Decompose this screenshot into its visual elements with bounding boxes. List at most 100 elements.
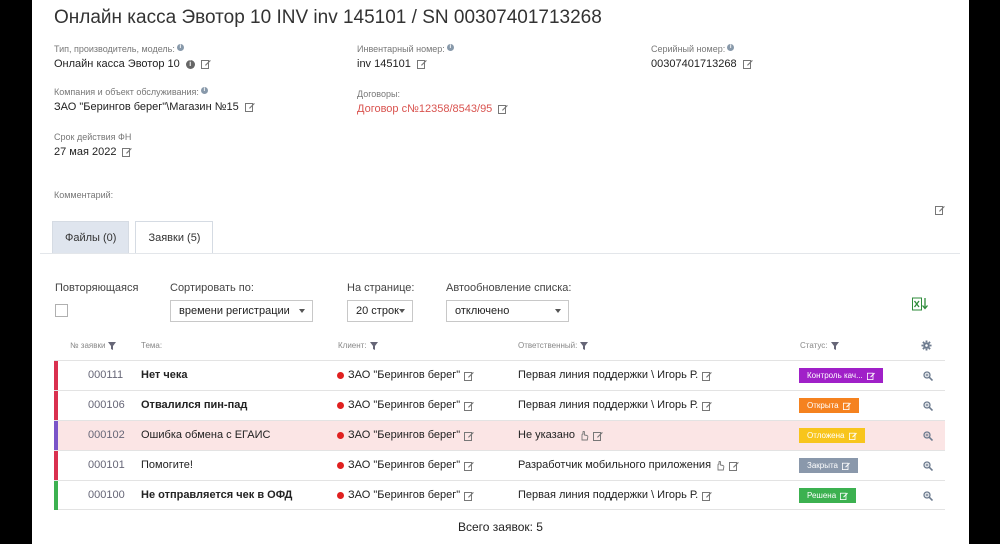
fn-label: Срок действия ФН — [54, 132, 132, 142]
edit-icon[interactable] — [416, 59, 427, 69]
zoom-in-icon[interactable] — [923, 370, 933, 381]
edit-icon[interactable] — [244, 102, 255, 112]
row-color-bar — [54, 361, 58, 390]
status-badge[interactable]: Открыта — [799, 398, 859, 413]
edit-icon[interactable] — [702, 491, 713, 501]
filter-icon[interactable] — [580, 341, 589, 350]
filter-icon[interactable] — [369, 341, 378, 350]
tab-requests[interactable]: Заявки (5) — [135, 221, 214, 254]
row-number[interactable]: 000100 — [88, 481, 125, 510]
excel-export-icon[interactable] — [912, 297, 930, 311]
row-theme[interactable]: Ошибка обмена с ЕГАИС — [141, 421, 270, 450]
filter-icon[interactable] — [108, 341, 117, 350]
edit-icon[interactable] — [464, 431, 474, 441]
row-number[interactable]: 000111 — [88, 361, 123, 390]
row-theme[interactable]: Отвалился пин-пад — [141, 391, 247, 420]
edit-icon[interactable] — [742, 59, 753, 69]
per-page-label: На странице: — [347, 282, 415, 294]
status-dot-icon — [337, 372, 344, 379]
contracts-field: Договоры: Договор с№12358/8543/95 — [357, 89, 509, 115]
status-dot-icon — [337, 462, 344, 469]
row-number[interactable]: 000106 — [88, 391, 125, 420]
row-color-bar — [54, 481, 58, 510]
edit-icon — [840, 492, 849, 500]
status-badge-label: Закрыта — [807, 461, 839, 470]
row-client: ЗАО "Берингов берег" — [337, 451, 474, 480]
serial-label: Серийный номер: — [651, 44, 726, 54]
info-circle-icon[interactable]: i — [185, 59, 195, 69]
edit-icon — [842, 462, 850, 470]
column-header-responsible[interactable]: Ответственный: — [518, 341, 589, 350]
edit-icon[interactable] — [593, 431, 603, 441]
zoom-in-icon[interactable] — [923, 430, 933, 441]
column-header-num[interactable]: № заявки — [70, 341, 117, 350]
zoom-in-icon[interactable] — [923, 460, 933, 471]
row-responsible: Первая линия поддержки \ Игорь Р. — [518, 391, 713, 420]
column-header-client-label: Клиент: — [338, 341, 367, 350]
row-zoom — [923, 361, 933, 390]
row-zoom — [923, 481, 933, 510]
autoupdate-select[interactable]: отключено — [446, 300, 569, 322]
recurring-label: Повторяющаяся — [55, 282, 139, 294]
company-label: Компания и объект обслуживания: — [54, 87, 199, 97]
tab-bar: Файлы (0) Заявки (5) — [52, 221, 214, 254]
comment-edit-icon[interactable] — [935, 205, 945, 215]
row-zoom — [923, 421, 933, 450]
zoom-in-icon[interactable] — [923, 400, 933, 411]
status-badge[interactable]: Закрыта — [799, 458, 859, 473]
hand-pointer-icon[interactable] — [715, 460, 725, 471]
row-theme[interactable]: Не отправляется чек в ОФД — [141, 481, 292, 510]
table-row[interactable]: 000111 Нет чека ЗАО "Берингов берег" Пер… — [54, 360, 945, 390]
edit-icon[interactable] — [200, 59, 211, 69]
info-icon[interactable]: i — [727, 44, 735, 51]
autoupdate-label: Автообновление списка: — [446, 282, 572, 294]
edit-icon[interactable] — [122, 147, 133, 157]
company-value: ЗАО "Берингов берег"\Магазин №15 — [54, 101, 239, 113]
zoom-in-icon[interactable] — [923, 490, 933, 501]
edit-icon[interactable] — [729, 461, 739, 471]
row-number[interactable]: 000102 — [88, 421, 125, 450]
edit-icon[interactable] — [464, 401, 474, 411]
status-badge[interactable]: Отложена — [799, 428, 865, 443]
tab-files[interactable]: Файлы (0) — [52, 221, 130, 253]
row-responsible: Первая линия поддержки \ Игорь Р. — [518, 361, 713, 390]
serial-value: 00307401713268 — [651, 58, 737, 70]
row-client: ЗАО "Берингов берег" — [337, 481, 474, 510]
per-page-select[interactable]: 20 строк — [347, 300, 413, 322]
info-icon[interactable]: i — [176, 44, 184, 51]
contracts-link[interactable]: Договор с№12358/8543/95 — [357, 103, 492, 115]
table-row[interactable]: 000106 Отвалился пин-пад ЗАО "Берингов б… — [54, 390, 945, 420]
edit-icon[interactable] — [464, 371, 474, 381]
status-badge[interactable]: Контроль кач... — [799, 368, 883, 383]
edit-icon[interactable] — [702, 401, 713, 411]
row-status: Закрыта — [799, 451, 859, 480]
row-number[interactable]: 000101 — [88, 451, 125, 480]
status-badge[interactable]: Решена — [799, 488, 857, 503]
info-icon[interactable]: i — [446, 44, 454, 51]
edit-icon[interactable] — [464, 461, 474, 471]
sort-select[interactable]: времени регистрации — [170, 300, 313, 322]
chevron-down-icon — [299, 309, 305, 313]
row-client: ЗАО "Берингов берег" — [337, 391, 474, 420]
page-title: Онлайн касса Эвотор 10 INV inv 145101 / … — [54, 7, 602, 28]
table-row[interactable]: 000101 Помогите! ЗАО "Берингов берег" Ра… — [54, 450, 945, 480]
edit-icon[interactable] — [702, 371, 713, 381]
row-status: Отложена — [799, 421, 865, 450]
hand-pointer-icon[interactable] — [579, 430, 589, 441]
column-header-client[interactable]: Клиент: — [338, 341, 378, 350]
row-theme[interactable]: Нет чека — [141, 361, 188, 390]
column-header-status[interactable]: Статус: — [800, 341, 839, 350]
gear-icon[interactable] — [921, 340, 932, 351]
table-row[interactable]: 000102 Ошибка обмена с ЕГАИС ЗАО "Беринг… — [54, 420, 945, 450]
inventory-value: inv 145101 — [357, 58, 411, 70]
recurring-checkbox[interactable] — [55, 304, 68, 317]
row-responsible-label: Первая линия поддержки \ Игорь Р. — [518, 399, 699, 411]
filter-icon[interactable] — [830, 341, 839, 350]
edit-icon[interactable] — [464, 491, 474, 501]
edit-icon[interactable] — [498, 104, 509, 114]
row-theme[interactable]: Помогите! — [141, 451, 193, 480]
info-icon[interactable]: i — [200, 87, 208, 94]
table-row[interactable]: 000100 Не отправляется чек в ОФД ЗАО "Бе… — [54, 480, 945, 510]
row-color-bar — [54, 391, 58, 420]
row-color-bar — [54, 451, 58, 480]
